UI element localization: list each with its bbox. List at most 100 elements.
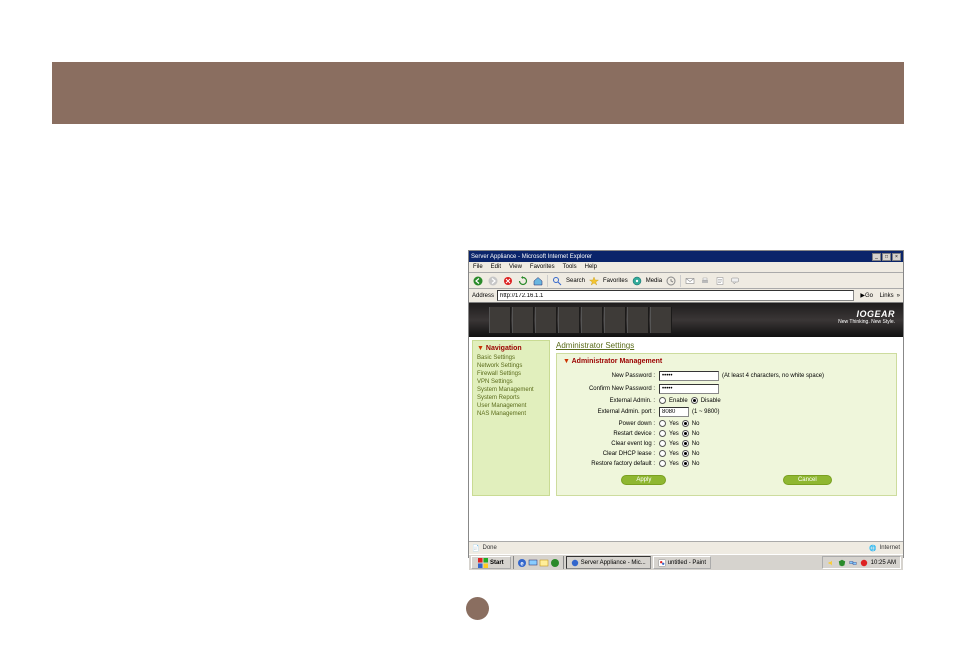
taskbar: Start e Server Appliance - Mic... untitl… — [469, 554, 903, 570]
paint-icon — [658, 559, 666, 567]
history-button[interactable] — [665, 275, 677, 287]
page-number-dot — [466, 597, 489, 620]
back-button[interactable] — [472, 275, 484, 287]
window-title: Server Appliance - Microsoft Internet Ex… — [471, 254, 592, 260]
toolbar-separator — [547, 275, 548, 287]
ql-desktop-icon[interactable] — [528, 558, 538, 568]
start-button[interactable]: Start — [471, 556, 511, 569]
opt-no-4: No — [692, 451, 700, 457]
clock: 10:25 AM — [871, 560, 896, 566]
radio-powerdown-yes[interactable] — [659, 420, 666, 427]
stop-button[interactable] — [502, 275, 514, 287]
label-clear-dhcp: Clear DHCP lease : — [563, 451, 659, 457]
media-button[interactable] — [631, 275, 643, 287]
nav-nas-management[interactable]: NAS Management — [477, 411, 545, 417]
media-label[interactable]: Media — [646, 278, 662, 284]
opt-no-5: No — [692, 461, 700, 467]
nav-user-management[interactable]: User Management — [477, 403, 545, 409]
status-bar: 📄 Done 🌐 Internet — [469, 541, 903, 554]
search-button[interactable] — [551, 275, 563, 287]
edit-button[interactable] — [714, 275, 726, 287]
home-button[interactable] — [532, 275, 544, 287]
go-button[interactable]: ▶Go — [857, 292, 877, 299]
links-chevron-icon[interactable]: » — [897, 293, 900, 299]
zone-text: Internet — [880, 545, 900, 551]
label-clear-log: Clear event log : — [563, 441, 659, 447]
cancel-button[interactable]: Cancel — [783, 475, 832, 485]
ql-ie-icon[interactable]: e — [517, 558, 527, 568]
nav-system-management[interactable]: System Management — [477, 387, 545, 393]
label-power-down: Power down : — [563, 421, 659, 427]
nav-firewall-settings[interactable]: Firewall Settings — [477, 371, 545, 377]
row-external-port: External Admin. port : (1 ~ 9800) — [563, 407, 890, 417]
links-button[interactable]: Links — [880, 293, 894, 299]
label-restart: Restart device : — [563, 431, 659, 437]
radio-clearlog-yes[interactable] — [659, 440, 666, 447]
radio-restart-yes[interactable] — [659, 430, 666, 437]
nav-vpn-settings[interactable]: VPN Settings — [477, 379, 545, 385]
ql-outlook-icon[interactable] — [539, 558, 549, 568]
radio-powerdown-no[interactable] — [682, 420, 689, 427]
input-confirm-password[interactable] — [659, 384, 719, 394]
task-ie[interactable]: Server Appliance - Mic... — [566, 556, 651, 569]
maximize-button[interactable]: □ — [882, 253, 891, 261]
hero-graphic — [489, 307, 672, 333]
refresh-button[interactable] — [517, 275, 529, 287]
input-external-port[interactable] — [659, 407, 689, 417]
minimize-button[interactable]: _ — [872, 253, 881, 261]
row-new-password: New Password : (At least 4 characters, n… — [563, 371, 890, 381]
menu-view[interactable]: View — [509, 264, 522, 270]
quick-launch: e — [513, 556, 564, 569]
menu-edit[interactable]: Edit — [491, 264, 501, 270]
admin-management-panel: ▼ Administrator Management New Password … — [556, 353, 897, 496]
opt-yes: Yes — [669, 421, 679, 427]
nav-basic-settings[interactable]: Basic Settings — [477, 355, 545, 361]
window-controls: _ □ × — [872, 253, 901, 261]
nav-network-settings[interactable]: Network Settings — [477, 363, 545, 369]
address-input[interactable] — [497, 290, 854, 301]
page-banner — [52, 62, 904, 124]
tray-app-icon[interactable] — [860, 559, 868, 567]
radio-ext-disable[interactable] — [691, 397, 698, 404]
triangle-icon: ▼ — [477, 345, 484, 352]
ql-app-icon[interactable] — [550, 558, 560, 568]
radio-factory-no[interactable] — [682, 460, 689, 467]
menu-file[interactable]: File — [473, 264, 483, 270]
toolbar-separator-2 — [680, 275, 681, 287]
tray-shield-icon[interactable] — [838, 559, 846, 567]
nav-heading: ▼ Navigation — [477, 345, 545, 352]
favorites-label[interactable]: Favorites — [603, 278, 628, 284]
radio-factory-yes[interactable] — [659, 460, 666, 467]
discuss-button[interactable] — [729, 275, 741, 287]
page-content: IOGEAR New Thinking. New Style. ▼ Naviga… — [469, 303, 903, 541]
mail-button[interactable] — [684, 275, 696, 287]
menu-tools[interactable]: Tools — [563, 264, 577, 270]
apply-button[interactable]: Apply — [621, 475, 666, 485]
radio-cleardhcp-no[interactable] — [682, 450, 689, 457]
menu-favorites[interactable]: Favorites — [530, 264, 555, 270]
radio-restart-no[interactable] — [682, 430, 689, 437]
input-new-password[interactable] — [659, 371, 719, 381]
radio-cleardhcp-yes[interactable] — [659, 450, 666, 457]
task-paint[interactable]: untitled - Paint — [653, 556, 711, 569]
menu-help[interactable]: Help — [585, 264, 597, 270]
navigation-sidebar: ▼ Navigation Basic Settings Network Sett… — [472, 340, 550, 496]
toolbar: Search Favorites Media — [469, 273, 903, 289]
nav-system-reports[interactable]: System Reports — [477, 395, 545, 401]
menu-bar: File Edit View Favorites Tools Help — [469, 262, 903, 273]
close-button[interactable]: × — [892, 253, 901, 261]
browser-window: Server Appliance - Microsoft Internet Ex… — [468, 250, 904, 558]
favorites-button[interactable] — [588, 275, 600, 287]
opt-no: No — [692, 421, 700, 427]
tray-volume-icon[interactable] — [827, 559, 835, 567]
forward-button[interactable] — [487, 275, 499, 287]
brand-name: IOGEAR — [838, 309, 895, 319]
tray-network-icon[interactable] — [849, 559, 857, 567]
radio-clearlog-no[interactable] — [682, 440, 689, 447]
search-label[interactable]: Search — [566, 278, 585, 284]
system-tray: 10:25 AM — [822, 556, 901, 569]
opt-yes-2: Yes — [669, 431, 679, 437]
radio-ext-enable[interactable] — [659, 397, 666, 404]
print-button[interactable] — [699, 275, 711, 287]
label-confirm-password: Confirm New Password : — [563, 386, 659, 392]
